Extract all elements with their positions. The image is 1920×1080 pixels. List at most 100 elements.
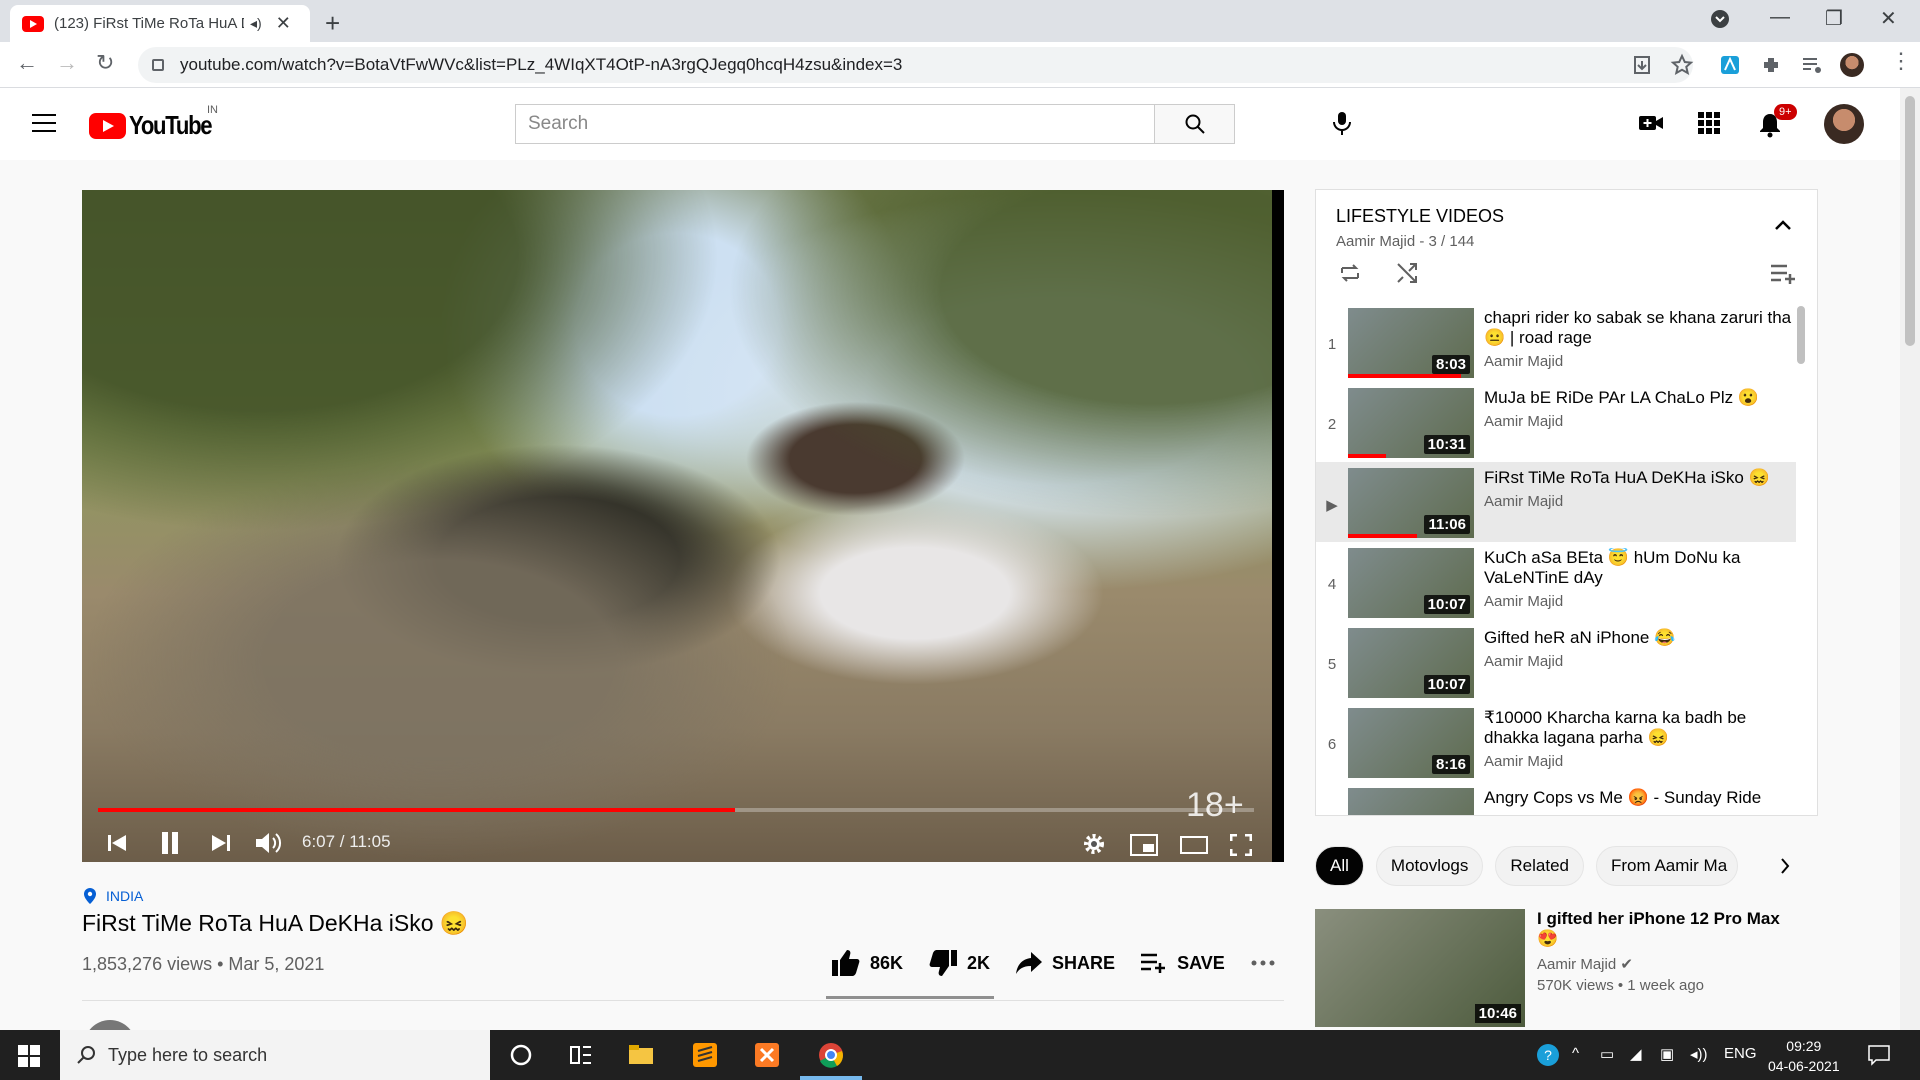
battery-icon[interactable]: ▭ [1600, 1045, 1614, 1063]
playlist-item-title[interactable]: Angry Cops vs Me 😡 - Sunday Ride [1484, 788, 1794, 808]
playlist-item-channel[interactable]: Aamir Majid [1484, 753, 1794, 770]
playlist-item-channel[interactable]: Aamir Majid [1484, 493, 1794, 510]
shuffle-icon[interactable] [1396, 262, 1418, 284]
reload-icon[interactable]: ↻ [96, 50, 114, 76]
progress-bar[interactable] [98, 808, 1254, 812]
search-button[interactable] [1154, 105, 1234, 143]
save-playlist-icon[interactable] [1771, 264, 1797, 284]
chrome-icon[interactable] [818, 1042, 844, 1068]
speaker-tray-icon[interactable]: ◂)) [1690, 1045, 1708, 1063]
playlist-item-channel[interactable]: Aamir Majid [1484, 593, 1794, 610]
sublime-text-icon[interactable] [692, 1042, 718, 1068]
video-player[interactable]: 18+ 6:07 / 11:05 [82, 190, 1284, 862]
loop-icon[interactable] [1338, 262, 1362, 284]
more-actions-button[interactable] [1251, 960, 1285, 966]
wifi-icon[interactable]: ◢ [1630, 1045, 1642, 1063]
previous-icon[interactable] [108, 834, 126, 852]
minimize-icon[interactable]: — [1770, 6, 1790, 29]
new-tab-button[interactable]: + [325, 8, 340, 39]
playlist-item[interactable]: 4 10:07 KuCh aSa BEta 😇 hUm DoNu ka VaLeNT… [1316, 542, 1796, 622]
device-icon[interactable]: ▣ [1660, 1045, 1674, 1063]
playlist-item-title[interactable]: KuCh aSa BEta 😇 hUm DoNu ka VaLeNTinE dA… [1484, 548, 1794, 588]
recommended-title[interactable]: I gifted her iPhone 12 Pro Max 😍 [1537, 909, 1797, 949]
pause-icon[interactable] [160, 832, 180, 854]
playlist-item-channel[interactable]: Aamir Majid [1484, 353, 1794, 370]
chevron-right-icon[interactable] [1780, 858, 1790, 874]
theater-mode-icon[interactable] [1180, 836, 1208, 854]
recommended-thumbnail[interactable]: 10:46 [1315, 909, 1525, 1027]
playlist-item-title[interactable]: ₹10000 Kharcha karna ka badh be dhakka l… [1484, 708, 1794, 748]
xampp-icon[interactable] [754, 1042, 780, 1068]
fullscreen-icon[interactable] [1230, 834, 1252, 856]
like-button[interactable]: 86K [832, 950, 903, 976]
forward-icon[interactable]: → [56, 50, 78, 76]
playlist-item-channel[interactable]: Aamir Majid [1484, 653, 1794, 670]
bookmark-star-icon[interactable] [1670, 53, 1694, 77]
playlist-item-channel[interactable]: Aamir Majid [1484, 413, 1794, 430]
youtube-logo[interactable]: YouTube IN [89, 104, 226, 141]
lock-icon[interactable] [152, 59, 164, 71]
playlist-item-thumbnail[interactable]: 8:03 [1348, 308, 1474, 378]
playlist-item-thumbnail[interactable]: 10:31 [1348, 388, 1474, 458]
tab-search-icon[interactable] [1710, 9, 1730, 29]
recommended-channel[interactable]: Aamir Majid ✔ [1537, 955, 1797, 973]
playlist-item[interactable]: 2 10:31 MuJa bE RiDe PAr LA ChaLo Plz 😮 Aam… [1316, 382, 1796, 462]
search-input[interactable] [516, 105, 1154, 143]
playlist-item-thumbnail[interactable]: 11:06 [1348, 468, 1474, 538]
close-window-icon[interactable]: ✕ [1880, 6, 1897, 31]
settings-gear-icon[interactable] [1082, 832, 1106, 856]
chip-all[interactable]: All [1315, 846, 1364, 886]
chip-related[interactable]: Related [1495, 846, 1584, 886]
tray-chevron-icon[interactable]: ^ [1572, 1045, 1579, 1062]
taskbar-search[interactable]: Type here to search [60, 1030, 490, 1080]
back-icon[interactable]: ← [16, 50, 38, 76]
playlist-item[interactable]: 1 8:03 chapri rider ko sabak se khana zaru… [1316, 302, 1796, 382]
install-icon[interactable] [1630, 53, 1654, 77]
browser-tab[interactable]: (123) FiRst TiMe RoTa HuA D ◂) ✕ [10, 5, 310, 42]
maximize-icon[interactable]: ❐ [1825, 6, 1843, 31]
share-button[interactable]: SHARE [1016, 952, 1115, 974]
playlist-item[interactable]: Angry Cops vs Me 😡 - Sunday Ride [1316, 782, 1796, 815]
playlist-title[interactable]: LIFESTYLE VIDEOS [1336, 206, 1797, 227]
extensions-puzzle-icon[interactable] [1760, 53, 1784, 77]
address-bar[interactable]: youtube.com/watch?v=BotaVtFwWVc&list=PLz… [138, 47, 1693, 83]
help-icon[interactable]: ? [1536, 1043, 1560, 1067]
playlist-item[interactable]: 5 10:07 Gifted heR aN iPhone 😂 Aamir Majid [1316, 622, 1796, 702]
media-queue-icon[interactable] [1800, 53, 1824, 77]
apps-grid-icon[interactable] [1698, 112, 1720, 134]
playlist-item-title[interactable]: MuJa bE RiDe PAr LA ChaLo Plz 😮 [1484, 388, 1794, 408]
playlist-item-title[interactable]: FiRst TiMe RoTa HuA DeKHa iSko 😖 [1484, 468, 1794, 488]
playlist-item-thumbnail[interactable]: 10:07 [1348, 548, 1474, 618]
profile-avatar[interactable] [1840, 53, 1864, 77]
playlist-item-thumbnail[interactable]: 10:07 [1348, 628, 1474, 698]
dislike-button[interactable]: 2K [929, 950, 990, 976]
volume-icon[interactable] [256, 832, 284, 854]
page-scrollbar[interactable] [1900, 88, 1920, 1030]
system-clock[interactable]: 09:29 04-06-2021 [1768, 1036, 1840, 1076]
save-button[interactable]: SAVE [1141, 953, 1225, 974]
recommended-video[interactable]: 10:46 I gifted her iPhone 12 Pro Max 😍 A… [1315, 909, 1797, 1027]
playlist-item-thumbnail[interactable]: 8:16 [1348, 708, 1474, 778]
playlist-item-title[interactable]: chapri rider ko sabak se khana zaruri th… [1484, 308, 1794, 348]
next-icon[interactable] [212, 834, 230, 852]
notification-center-icon[interactable] [1868, 1044, 1890, 1066]
location-link[interactable]: INDIA [84, 888, 143, 904]
chip-motovlogs[interactable]: Motovlogs [1375, 846, 1484, 886]
cortana-icon[interactable] [508, 1042, 534, 1068]
account-avatar[interactable] [1824, 104, 1864, 144]
file-explorer-icon[interactable] [628, 1042, 654, 1068]
mic-icon[interactable] [1330, 110, 1354, 136]
input-language[interactable]: ENG [1724, 1045, 1757, 1062]
playlist-scrollbar[interactable] [1797, 306, 1805, 364]
playlist-item-thumbnail[interactable] [1348, 788, 1474, 815]
close-tab-icon[interactable]: ✕ [276, 13, 291, 34]
miniplayer-icon[interactable] [1130, 834, 1158, 856]
chip-from-aamir-ma[interactable]: From Aamir Ma [1596, 846, 1738, 886]
menu-dots-icon[interactable]: ⋮ [1890, 48, 1912, 74]
collapse-chevron-icon[interactable] [1775, 220, 1791, 230]
playlist-item[interactable]: 6 8:16 ₹10000 Kharcha karna ka badh be dha… [1316, 702, 1796, 782]
hamburger-menu-icon[interactable] [32, 114, 56, 132]
playlist-item[interactable]: ▶ 11:06 FiRst TiMe RoTa HuA DeKHa iSko 😖 Aa… [1316, 462, 1796, 542]
windows-start-icon[interactable] [18, 1045, 40, 1067]
playlist-item-title[interactable]: Gifted heR aN iPhone 😂 [1484, 628, 1794, 648]
